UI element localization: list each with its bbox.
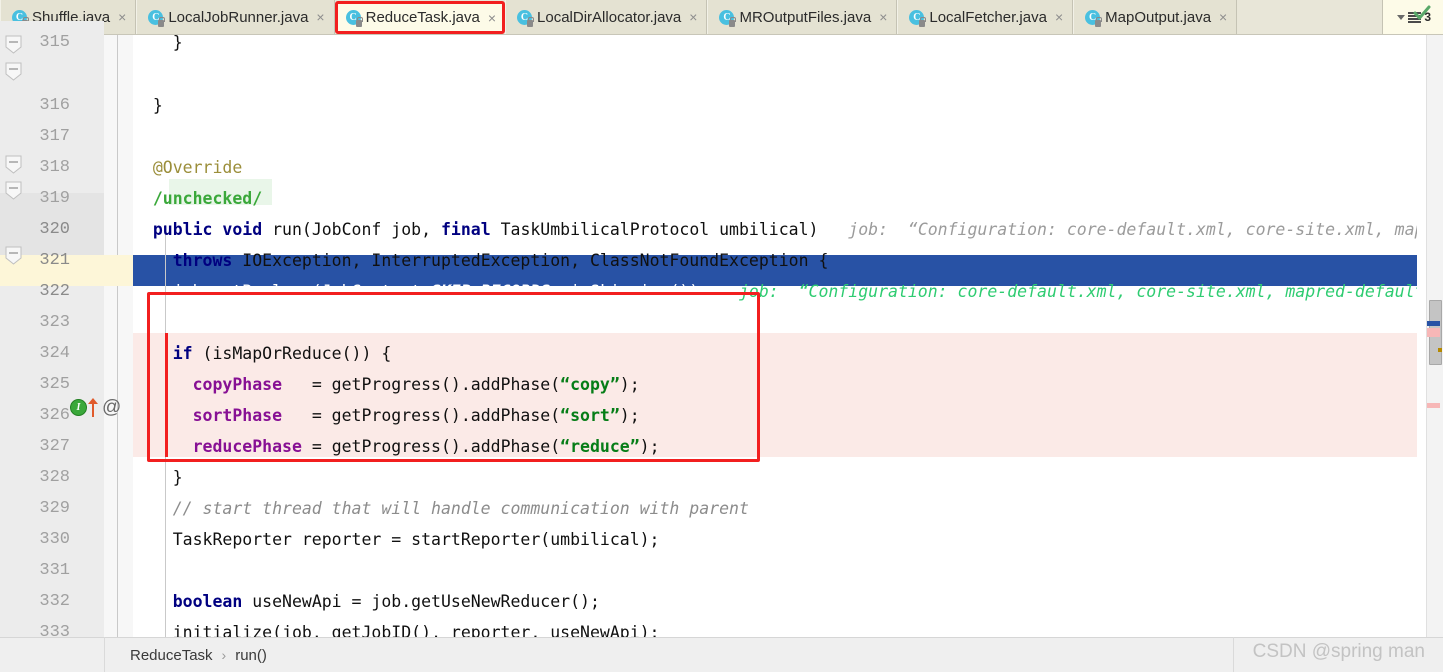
line-number: 322 bbox=[39, 282, 70, 301]
code-line[interactable]: 315 } bbox=[0, 27, 1443, 58]
breadcrumb-divider bbox=[104, 637, 105, 672]
line-text: reducePhase = getProgress().addPhase(“re… bbox=[133, 437, 660, 456]
line-text: @Override bbox=[133, 158, 243, 177]
inline-param-hint: job: “Configuration: core-default.xml, c… bbox=[848, 220, 1435, 239]
line-number: 324 bbox=[39, 344, 70, 363]
idea-editor-window: C Shuffle.java × C LocalJobRunner.java ×… bbox=[0, 0, 1443, 672]
fold-handle-icon[interactable] bbox=[5, 35, 22, 54]
close-icon[interactable]: × bbox=[316, 10, 324, 24]
code-line[interactable]: 318 @Override bbox=[0, 152, 1443, 183]
line-text: TaskReporter reporter = startReporter(um… bbox=[133, 530, 660, 549]
line-text: // start thread that will handle communi… bbox=[133, 499, 749, 518]
inline-param-hint: job: “Configuration: core-default.xml, c… bbox=[739, 282, 1443, 301]
watermark-text: CSDN @spring man bbox=[1252, 641, 1425, 662]
close-icon[interactable]: × bbox=[1055, 10, 1063, 24]
line-text: boolean useNewApi = job.getUseNewReducer… bbox=[133, 592, 600, 611]
line-number: 329 bbox=[39, 499, 70, 518]
line-text: throws IOException, InterruptedException… bbox=[133, 251, 829, 270]
code-line[interactable]: 328 } bbox=[0, 462, 1443, 493]
chevron-down-icon bbox=[1397, 14, 1406, 20]
fold-handle-icon[interactable] bbox=[5, 246, 22, 265]
fold-handle-icon[interactable] bbox=[5, 155, 22, 174]
code-line[interactable]: 332 boolean useNewApi = job.getUseNewRed… bbox=[0, 586, 1443, 617]
code-line[interactable]: 327 reducePhase = getProgress().addPhase… bbox=[0, 431, 1443, 462]
line-text: public void run(JobConf job, final TaskU… bbox=[133, 220, 1435, 239]
line-number: 326 bbox=[39, 406, 70, 425]
line-number: 316 bbox=[39, 96, 70, 115]
marker-bar[interactable] bbox=[1426, 35, 1443, 637]
tab-label: LocalDirAllocator.java bbox=[537, 8, 682, 26]
java-class-icon: C bbox=[909, 9, 927, 27]
line-number: 327 bbox=[39, 437, 70, 456]
code-line[interactable]: 330 TaskReporter reporter = startReporte… bbox=[0, 524, 1443, 555]
breadcrumb-item-method[interactable]: run() bbox=[235, 647, 267, 664]
marker-breakpoint[interactable] bbox=[1427, 403, 1440, 408]
fold-handle-icon[interactable] bbox=[5, 62, 22, 81]
vertical-scrollbar-track[interactable] bbox=[1417, 70, 1426, 672]
code-editor[interactable]: 315 } 316 } 317 318 @Override 319 /unche… bbox=[0, 21, 1443, 672]
close-icon[interactable]: × bbox=[1219, 10, 1227, 24]
breadcrumb-separator-icon: › bbox=[221, 647, 227, 663]
line-text: } bbox=[133, 96, 163, 115]
code-line[interactable]: 317 bbox=[0, 121, 1443, 152]
close-icon[interactable]: × bbox=[488, 11, 496, 25]
code-line[interactable]: 323 bbox=[0, 307, 1443, 338]
line-number: 328 bbox=[39, 468, 70, 487]
code-line[interactable]: 321 throws IOException, InterruptedExcep… bbox=[0, 245, 1443, 276]
line-number: 317 bbox=[39, 127, 70, 146]
marker-breakpoint[interactable] bbox=[1427, 328, 1440, 337]
java-class-icon: C bbox=[148, 9, 166, 27]
tab-label: MapOutput.java bbox=[1105, 8, 1212, 26]
line-text: /unchecked/ bbox=[133, 189, 263, 208]
code-line[interactable]: 329 // start thread that will handle com… bbox=[0, 493, 1443, 524]
marker-current-line[interactable] bbox=[1427, 321, 1440, 326]
close-icon[interactable]: × bbox=[118, 10, 126, 24]
code-line-selected[interactable]: 322 job.setBoolean(JobContext.SKIP_RECOR… bbox=[0, 276, 1443, 307]
line-text: copyPhase = getProgress().addPhase(“copy… bbox=[133, 375, 640, 394]
fold-handle-icon[interactable] bbox=[5, 181, 22, 200]
code-line[interactable]: 326 sortPhase = getProgress().addPhase(“… bbox=[0, 400, 1443, 431]
no-problems-check-icon[interactable] bbox=[1413, 4, 1431, 22]
java-class-icon: C bbox=[719, 9, 737, 27]
tab-label: LocalJobRunner.java bbox=[168, 8, 309, 26]
line-number: 330 bbox=[39, 530, 70, 549]
code-line[interactable]: 325 copyPhase = getProgress().addPhase(“… bbox=[0, 369, 1443, 400]
line-text: sortPhase = getProgress().addPhase(“sort… bbox=[133, 406, 640, 425]
code-line[interactable]: 316 } bbox=[0, 90, 1443, 121]
line-number: 323 bbox=[39, 313, 70, 332]
breadcrumb-bar[interactable]: ReduceTask › run() CSDN @spring man bbox=[0, 637, 1443, 672]
code-line[interactable]: 320 I @ public void run(JobConf job, fin… bbox=[0, 214, 1443, 417]
close-icon[interactable]: × bbox=[689, 10, 697, 24]
line-number: 332 bbox=[39, 592, 70, 611]
java-class-icon: C bbox=[345, 10, 363, 27]
tab-reducetask-java[interactable]: C ReduceTask.java × bbox=[334, 1, 506, 34]
code-line[interactable]: 331 bbox=[0, 555, 1443, 586]
breadcrumb-item-class[interactable]: ReduceTask bbox=[130, 647, 213, 664]
tab-label: LocalFetcher.java bbox=[929, 8, 1047, 26]
breadcrumb-divider bbox=[1233, 637, 1234, 672]
java-class-icon: C bbox=[517, 9, 535, 27]
line-text: } bbox=[133, 33, 183, 52]
java-class-icon: C bbox=[1085, 9, 1103, 27]
code-line[interactable]: 324 if (isMapOrReduce()) { bbox=[0, 338, 1443, 668]
line-number: 331 bbox=[39, 561, 70, 580]
marker-warning[interactable] bbox=[1438, 348, 1442, 352]
code-line[interactable]: 319 /unchecked/ bbox=[0, 183, 1443, 214]
line-text: } bbox=[133, 468, 183, 487]
line-number: 320 bbox=[39, 220, 70, 239]
close-icon[interactable]: × bbox=[879, 10, 887, 24]
line-number: 325 bbox=[39, 375, 70, 394]
line-text: job.setBoolean(JobContext.SKIP_RECORDS, … bbox=[133, 282, 1443, 301]
tab-label: ReduceTask.java bbox=[365, 9, 480, 26]
tab-label: MROutputFiles.java bbox=[739, 8, 872, 26]
line-text: if (isMapOrReduce()) { bbox=[133, 344, 392, 363]
